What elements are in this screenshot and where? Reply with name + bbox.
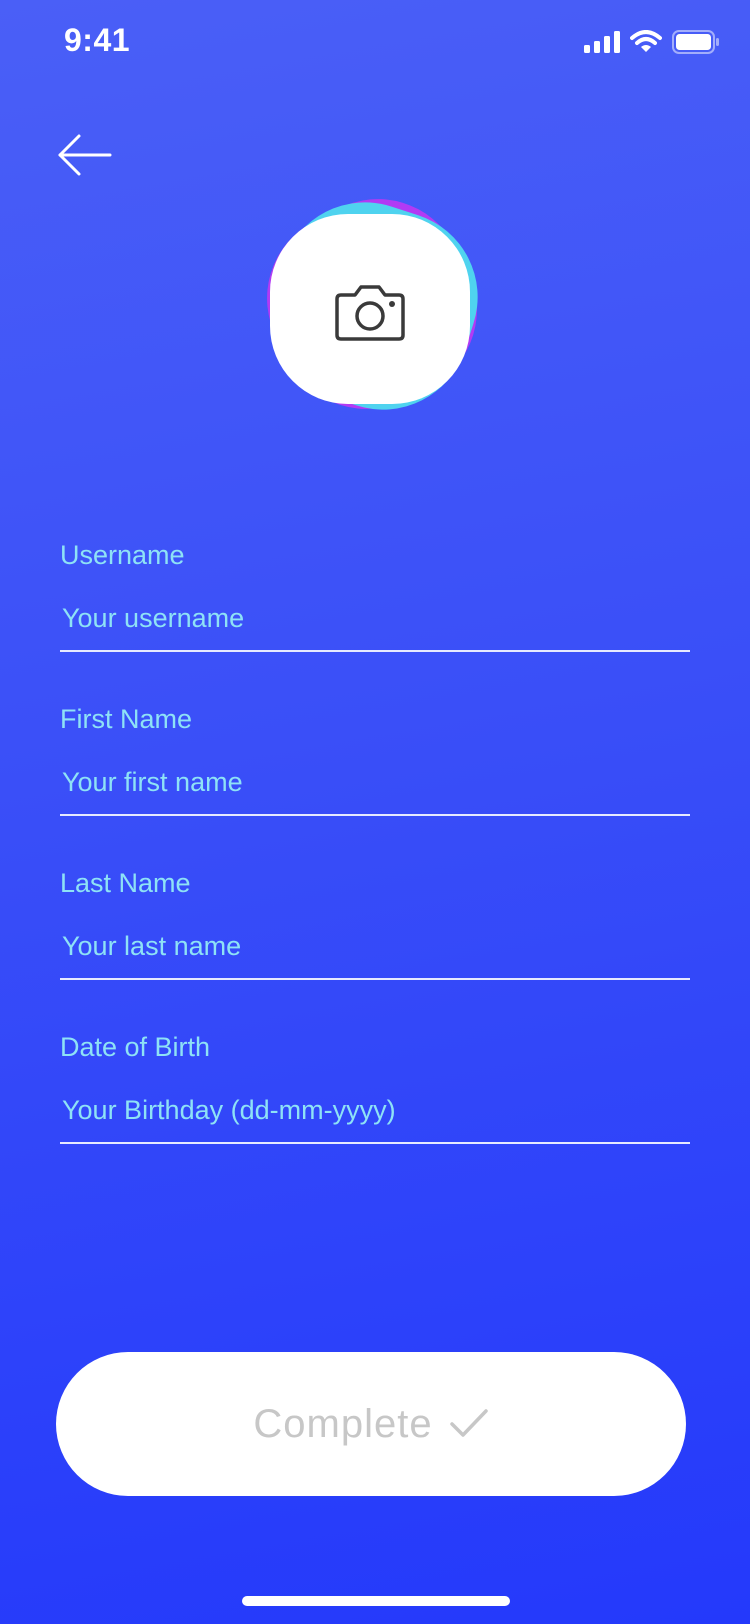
complete-label: Complete [253, 1401, 433, 1446]
back-button[interactable] [55, 130, 115, 180]
status-bar: 9:41 [0, 0, 750, 90]
username-label: Username [60, 540, 185, 570]
cellular-signal-icon [584, 31, 620, 58]
username-field: Username [60, 530, 690, 694]
status-icons [584, 30, 720, 59]
wifi-icon [630, 30, 662, 59]
arrow-left-icon [55, 134, 115, 184]
home-indicator [242, 1596, 510, 1606]
avatar-photo-frame [270, 214, 470, 404]
username-input[interactable] [60, 592, 690, 652]
first-name-field: First Name [60, 694, 690, 858]
profile-form: Username First Name Last Name Date of Bi… [60, 530, 690, 1186]
first-name-input[interactable] [60, 756, 690, 816]
last-name-input[interactable] [60, 920, 690, 980]
complete-button[interactable]: Complete [56, 1352, 686, 1496]
first-name-label: First Name [60, 704, 193, 734]
last-name-label: Last Name [60, 868, 191, 898]
avatar-upload[interactable] [250, 190, 500, 430]
status-time: 9:41 [64, 22, 131, 58]
battery-icon [672, 30, 720, 59]
date-of-birth-label: Date of Birth [60, 1032, 211, 1062]
date-of-birth-field: Date of Birth [60, 1022, 690, 1186]
last-name-field: Last Name [60, 858, 690, 1022]
date-of-birth-input[interactable] [60, 1084, 690, 1144]
checkmark-icon [449, 1407, 489, 1442]
